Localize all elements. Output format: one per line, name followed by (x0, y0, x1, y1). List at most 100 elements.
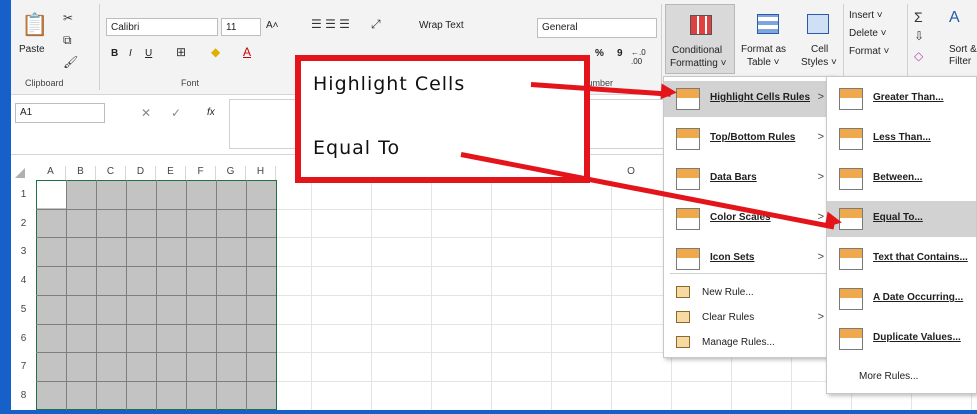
fx-button[interactable]: fx (207, 107, 215, 118)
submenu-arrow-icon: > (817, 311, 824, 323)
row-header-8[interactable]: 8 (11, 390, 36, 401)
select-all-corner[interactable] (15, 168, 25, 178)
insert-button[interactable]: Insert ˅ (849, 10, 883, 21)
cell-styles-label-2: Styles ˅ (801, 57, 837, 68)
column-header-c[interactable]: C (96, 166, 126, 180)
wrap-text-button[interactable]: Wrap Text (419, 20, 464, 31)
column-header-g[interactable]: G (216, 166, 246, 180)
borders-icon[interactable]: ⊞ (176, 46, 186, 58)
row-header-3[interactable]: 3 (11, 246, 36, 257)
cf-menu-item-highlight-cells-rules[interactable]: Highlight Cells Rules > (664, 81, 834, 117)
hc-menu-item-equal-to[interactable]: Equal To... (827, 201, 976, 237)
top-bottom-rules-icon (676, 128, 700, 150)
hc-menu-item-greater-than[interactable]: Greater Than... (827, 81, 976, 117)
column-header-o[interactable]: O (616, 166, 646, 180)
row-header-6[interactable]: 6 (11, 333, 36, 344)
row-header-1[interactable]: 1 (11, 189, 36, 200)
hc-menu-item-less-than[interactable]: Less Than... (827, 121, 976, 157)
hc-menu-item-label: Duplicate Values... (873, 332, 961, 343)
cf-menu-item-clear-rules[interactable]: Clear Rules > (664, 306, 834, 330)
column-header-e[interactable]: E (156, 166, 186, 180)
column-header-h[interactable]: H (246, 166, 276, 180)
new-rule--icon (676, 286, 690, 298)
highlight-cells-rules-submenu: Greater Than... Less Than... Between... Equ… (826, 76, 977, 394)
comma-button[interactable]: 9 (617, 48, 623, 59)
active-cell-a1[interactable] (37, 181, 67, 208)
underline-button[interactable]: U (145, 48, 152, 59)
paste-button[interactable]: Paste (19, 44, 45, 55)
more-rules-item[interactable]: More Rules... (827, 367, 976, 389)
bold-button[interactable]: B (111, 48, 118, 59)
hc-menu-item-text-that-contains[interactable]: Text that Contains... (827, 241, 976, 277)
cf-menu-item-label: Data Bars (710, 172, 757, 183)
autosum-icon[interactable]: Σ (914, 10, 923, 24)
row-header-5[interactable]: 5 (11, 304, 36, 315)
row-header-7[interactable]: 7 (11, 361, 36, 372)
font-family-select[interactable]: Calibri (106, 18, 218, 36)
text-that-contains-icon (839, 248, 863, 270)
highlight-cells-rules-icon (676, 88, 700, 110)
submenu-arrow-icon: > (817, 91, 824, 103)
cell-styles-button[interactable]: Cell Styles ˅ (799, 4, 839, 74)
conditional-formatting-button[interactable]: Conditional Formatting ˅ (665, 4, 735, 74)
name-box[interactable]: A1 (15, 103, 105, 123)
fill-icon[interactable]: ⇩ (914, 30, 924, 42)
italic-button[interactable]: I (129, 48, 132, 59)
font-size-select[interactable]: 11 (221, 18, 261, 36)
sort-filter-icon[interactable]: A (949, 10, 960, 26)
column-header-a[interactable]: A (36, 166, 66, 180)
divider (661, 4, 662, 90)
format-painter-icon[interactable]: 🖌 (63, 56, 78, 68)
hc-menu-item-label: Between... (873, 172, 923, 183)
percent-button[interactable]: % (595, 48, 604, 59)
fill-color-icon[interactable]: ◆ (211, 46, 220, 58)
copy-icon[interactable]: ⧉ (63, 34, 72, 46)
align-lines-icon[interactable]: ☰ ☰ ☰ (311, 18, 350, 30)
number-format-select[interactable]: General (537, 18, 657, 38)
icon-sets-icon (676, 248, 700, 270)
callout-text-equal-to: Equal To (313, 137, 401, 159)
cf-menu-item-icon-sets[interactable]: Icon Sets > (664, 241, 834, 277)
orientation-icon[interactable]: ⤢ (371, 18, 381, 30)
conditional-formatting-label: Conditional (672, 45, 723, 56)
font-color-icon[interactable]: A (243, 46, 251, 58)
increase-decimal-button[interactable]: ←.0.00 (631, 48, 646, 66)
a-date-occurring-icon (839, 288, 863, 310)
hc-menu-item-a-date-occurring[interactable]: A Date Occurring... (827, 281, 976, 317)
hc-menu-item-duplicate-values[interactable]: Duplicate Values... (827, 321, 976, 357)
column-header-b[interactable]: B (66, 166, 96, 180)
hc-menu-item-between[interactable]: Between... (827, 161, 976, 197)
conditional-formatting-label-2: Formatting ˅ (670, 58, 727, 69)
manage-rules--icon (676, 336, 690, 348)
submenu-arrow-icon: > (817, 171, 824, 183)
color-scales-icon (676, 208, 700, 230)
clipboard-group-label: Clipboard (25, 78, 64, 88)
greater-than-icon (839, 88, 863, 110)
range-gridline (36, 294, 276, 296)
delete-button[interactable]: Delete ˅ (849, 28, 887, 39)
column-header-f[interactable]: F (186, 166, 216, 180)
enter-icon[interactable]: ✓ (171, 107, 181, 119)
arrowhead-equal-to (824, 211, 844, 231)
row-header-4[interactable]: 4 (11, 275, 36, 286)
equal-to-icon (839, 208, 863, 230)
cut-icon[interactable]: ✂ (63, 12, 73, 24)
format-as-table-button[interactable]: Format as Table ˅ (739, 4, 797, 74)
grow-font-button[interactable]: A˄ (266, 20, 279, 31)
filter-label[interactable]: Filter (949, 56, 971, 67)
cf-menu-item-manage-rules-[interactable]: Manage Rules... (664, 331, 834, 355)
sort-label[interactable]: Sort & (949, 44, 977, 55)
column-header-d[interactable]: D (126, 166, 156, 180)
cancel-icon[interactable]: ✕ (141, 107, 151, 119)
range-gridline (186, 180, 187, 410)
cf-menu-item-top-bottom-rules[interactable]: Top/Bottom Rules > (664, 121, 834, 157)
less-than-icon (839, 128, 863, 150)
row-header-2[interactable]: 2 (11, 218, 36, 229)
format-cells-button[interactable]: Format ˅ (849, 46, 889, 57)
cf-menu-item-label: Clear Rules (702, 312, 755, 323)
paste-icon[interactable]: 📋 (21, 14, 48, 36)
cf-menu-item-new-rule-[interactable]: New Rule... (664, 281, 834, 305)
cf-menu-item-data-bars[interactable]: Data Bars > (664, 161, 834, 197)
format-as-table-label: Format as (741, 44, 787, 55)
clear-icon[interactable]: ◇ (914, 50, 923, 62)
